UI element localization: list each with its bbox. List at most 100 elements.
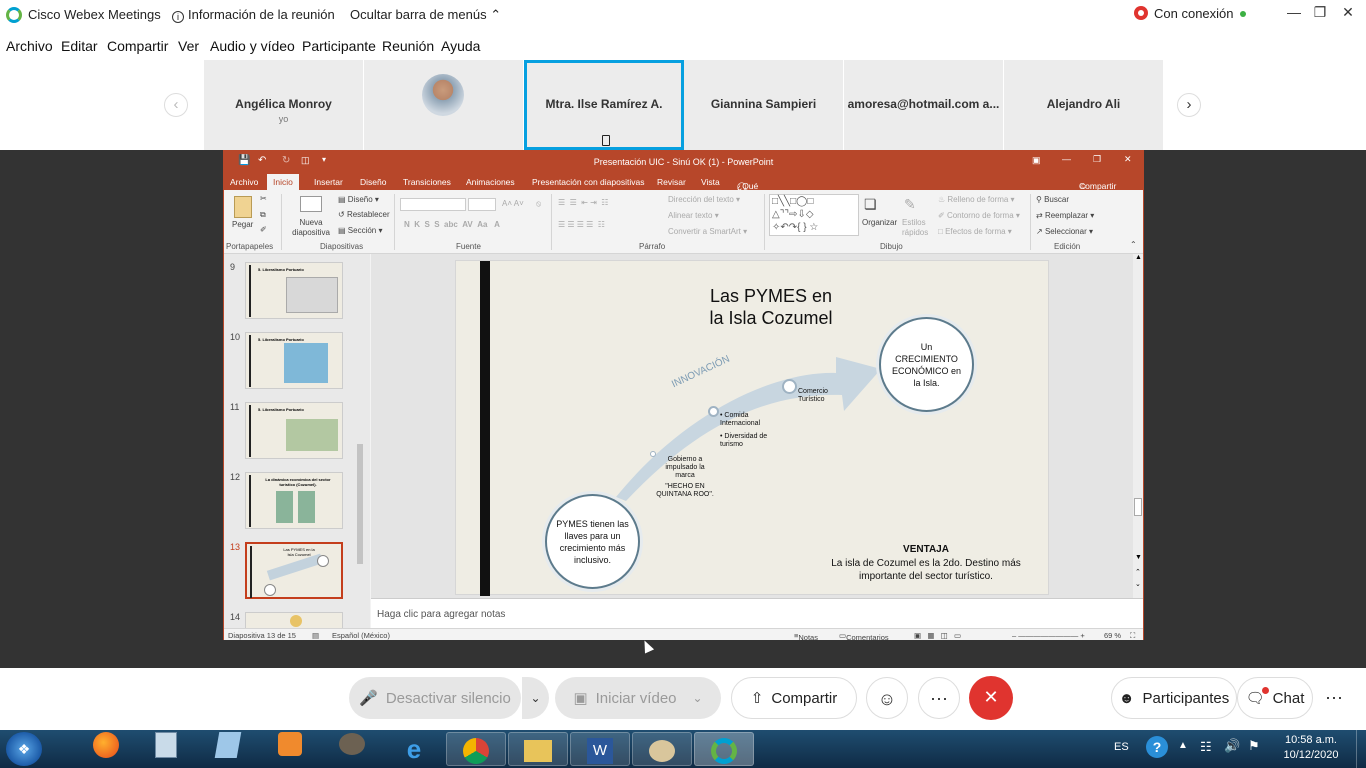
language-status[interactable]: Español (México) [332,631,390,640]
slide-thumbnail[interactable] [245,612,343,628]
media-player-icon[interactable] [260,732,320,766]
participant-tile-active[interactable]: Mtra. Ilse Ramírez A. [524,60,684,150]
shapes-gallery[interactable]: □╲╲□◯□ △⌝⌝⇨⇩◇ ✧↶↷{ } ☆ [769,194,859,236]
new-slide-button[interactable]: Nueva diapositiva [288,218,334,238]
copy-icon[interactable]: ⧉ [260,210,266,220]
scrollbar-thumb[interactable] [357,444,363,564]
connection-status[interactable]: Con conexión [1134,6,1246,21]
layout-button[interactable]: ▤ Diseño ▾ [338,195,379,204]
meeting-info-button[interactable]: i Información de la reunión [172,7,335,23]
help-tray-icon[interactable]: ? [1146,736,1168,758]
section-button[interactable]: ▤ Sección ▾ [338,226,383,235]
scroll-down-icon[interactable]: ▼ [1135,554,1142,561]
ribbon-display-icon[interactable]: ▣ [1032,155,1041,166]
network-icon[interactable]: ☷ [1200,739,1212,755]
strip-prev-button[interactable]: ‹ [164,93,188,117]
cut-icon[interactable]: ✂ [260,194,267,203]
menu-archivo[interactable]: Archivo [6,38,53,54]
slide-canvas[interactable]: Las PYMES en la Isla Cozumel INNOVACIÓN P… [455,260,1049,596]
word-icon[interactable]: W [570,732,630,766]
strip-next-button[interactable]: › [1177,93,1201,117]
menu-editar[interactable]: Editar [61,38,98,54]
font-name-box[interactable] [400,198,466,211]
thumbnails-scrollbar[interactable] [356,254,364,628]
participant-tile[interactable]: amoresa@hotmail.com a... [844,60,1004,150]
tab-archivo[interactable]: Archivo [230,177,258,187]
share-button[interactable]: ⇧ Compartir [731,677,857,719]
participant-tile[interactable] [364,60,524,150]
action-center-icon[interactable]: ⚑ [1248,738,1260,754]
paint-icon[interactable] [632,732,692,766]
bullets-icon[interactable]: ☰ ☰ ⇤ ⇥ ☷ [558,198,608,207]
slide-thumbnail[interactable]: 5. Liberalismo Portuario [245,262,343,319]
reset-button[interactable]: ↺ Restablecer [338,210,390,219]
tab-animaciones[interactable]: Animaciones [466,177,515,187]
select-button[interactable]: ↗ Seleccionar ▾ [1036,227,1093,236]
start-video-button[interactable]: ▣ Iniciar vídeo ⌄ [555,677,721,719]
replace-button[interactable]: ⇄ Reemplazar ▾ [1036,211,1094,220]
volume-icon[interactable]: 🔊 [1224,738,1240,754]
comments-toggle[interactable]: ▭ Comentarios [839,631,889,642]
restore-button[interactable]: ❐ [1309,4,1331,24]
grow-font-icon[interactable]: A˄ A˅ [502,199,524,208]
notes-pane[interactable]: Haga clic para agregar notas [371,598,1143,628]
next-slide-icon[interactable]: ⌄ [1135,580,1141,588]
shape-effects-button[interactable]: □ Efectos de forma ▾ [938,227,1012,236]
align-icons[interactable]: ☰ ☰ ☰ ☰ ☷ [558,220,605,229]
font-size-box[interactable] [468,198,496,211]
quick-styles-icon[interactable]: ✎ [904,196,916,213]
mute-button[interactable]: 🎤 Desactivar silencio [349,677,521,719]
paste-icon[interactable] [234,196,252,218]
text-direction-button[interactable]: Dirección del texto ▾ [668,195,740,204]
chat-button[interactable]: 🗨 Chat [1237,677,1313,719]
close-button[interactable]: ✕ [1337,4,1359,24]
align-text-button[interactable]: Alinear texto ▾ [668,211,719,220]
notes-app-icon[interactable] [198,732,258,766]
fit-slide-icon[interactable]: ⛶ [1130,631,1135,641]
collapse-ribbon-icon[interactable]: ⌃ [1130,240,1137,249]
tab-revisar[interactable]: Revisar [657,177,686,187]
internet-explorer-icon[interactable]: e [384,732,444,766]
menu-audio-video[interactable]: Audio y vídeo [210,38,295,54]
new-slide-icon[interactable] [300,196,322,212]
clear-format-icon[interactable]: ⦸ [536,199,541,209]
arrange-icon[interactable]: ❏ [864,196,877,213]
ppt-close-button[interactable]: ✕ [1124,154,1132,165]
ppt-minimize-button[interactable]: — [1062,154,1071,164]
participant-tile[interactable]: Giannina Sampieri [684,60,844,150]
system-clock[interactable]: 10:58 a.m. 10/12/2020 [1276,733,1346,763]
paste-button[interactable]: Pegar [232,220,253,229]
webex-taskbar-icon[interactable] [694,732,754,766]
arrange-button[interactable]: Organizar [862,218,897,227]
show-desktop-button[interactable] [1356,730,1366,768]
end-meeting-button[interactable]: ✕ [969,676,1013,720]
audio-options-button[interactable]: ⌄ [521,677,549,719]
tab-presentacion[interactable]: Presentación con diapositivas [532,177,644,187]
minimize-button[interactable]: — [1283,4,1305,24]
participant-tile[interactable]: Angélica Monroy yo [204,60,364,150]
shape-outline-button[interactable]: ✐ Contorno de forma ▾ [938,211,1020,220]
start-button[interactable]: ❖ [6,732,42,766]
slide-thumbnail[interactable]: 5. Liberalismo Portuario [245,402,343,459]
prev-slide-icon[interactable]: ⌃ [1135,568,1141,576]
hide-menu-button[interactable]: Ocultar barra de menús ⌃ [350,7,501,23]
slide-thumbnail[interactable]: 5. Liberalismo Portuario [245,332,343,389]
scrollbar-thumb[interactable] [1134,498,1142,516]
zoom-level[interactable]: 69 % [1104,631,1121,640]
find-button[interactable]: ⚲ Buscar [1036,195,1069,204]
menu-ver[interactable]: Ver [178,38,199,54]
slide-vertical-scrollbar[interactable]: ▲ ▼ ⌃ ⌄ [1133,254,1143,598]
menu-reunion[interactable]: Reunión [382,38,434,54]
menu-participante[interactable]: Participante [302,38,376,54]
participants-button[interactable]: ☻ Participantes [1111,677,1237,719]
participant-tile[interactable]: Alejandro Ali [1004,60,1164,150]
calculator-icon[interactable] [136,732,196,766]
shape-fill-button[interactable]: ♨ Relleno de forma ▾ [938,195,1015,204]
more-options-button[interactable]: ⋯ [918,677,960,719]
menu-ayuda[interactable]: Ayuda [441,38,480,54]
font-style-buttons[interactable]: N K S S abc AV Aa A [404,220,500,229]
input-language[interactable]: ES [1114,741,1129,753]
gimp-icon[interactable] [322,732,382,766]
slide-thumbnail-selected[interactable]: Las PYMES en la Isla Cozumel [245,542,343,599]
tab-inicio[interactable]: Inicio [267,174,299,190]
